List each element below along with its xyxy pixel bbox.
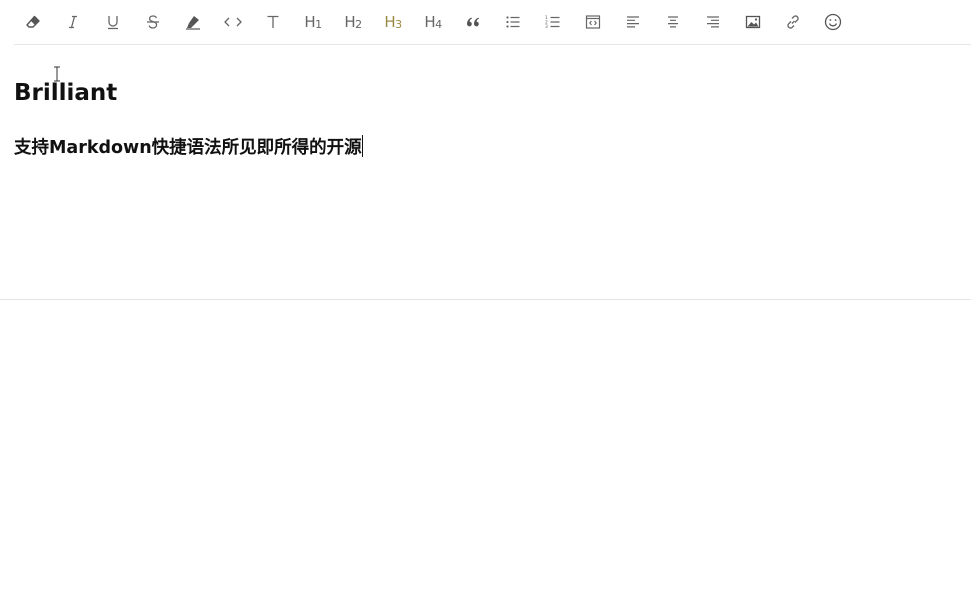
strikethrough-icon (145, 14, 161, 30)
highlight-button[interactable] (178, 7, 208, 37)
strikethrough-button[interactable] (138, 7, 168, 37)
text-button[interactable] (258, 7, 288, 37)
emoji-button[interactable] (818, 7, 848, 37)
heading4-button[interactable]: H4 (418, 7, 448, 37)
highlighter-icon (184, 14, 202, 30)
heading4-label: H4 (424, 12, 442, 31)
underline-icon (105, 14, 121, 30)
align-left-button[interactable] (618, 7, 648, 37)
align-right-icon (705, 14, 721, 30)
quote-icon (465, 14, 481, 30)
eraser-icon (25, 14, 41, 30)
underline-button[interactable] (98, 7, 128, 37)
align-right-button[interactable] (698, 7, 728, 37)
heading3-label: H3 (384, 12, 402, 31)
text-t-icon (265, 14, 281, 30)
clear-format-button[interactable] (18, 7, 48, 37)
text-caret (361, 135, 363, 157)
align-center-icon (665, 14, 681, 30)
heading2-button[interactable]: H2 (338, 7, 368, 37)
bullet-list-icon (505, 14, 521, 30)
link-icon (785, 14, 801, 30)
inline-code-button[interactable] (218, 7, 248, 37)
svg-text:3: 3 (545, 24, 548, 30)
document-heading-2[interactable]: Brilliant (14, 80, 117, 106)
link-button[interactable] (778, 7, 808, 37)
align-left-icon (625, 14, 641, 30)
document-heading-3[interactable]: 支持Markdown快捷语法所见即所得的开源 (14, 134, 363, 159)
heading3-button[interactable]: H3 (378, 7, 408, 37)
heading1-button[interactable]: H1 (298, 7, 328, 37)
code-block-button[interactable] (578, 7, 608, 37)
heading2-label: H2 (344, 12, 362, 31)
heading-3-text: 支持Markdown快捷语法所见即所得的开源 (14, 138, 362, 158)
bullet-list-button[interactable] (498, 7, 528, 37)
code-icon (223, 14, 243, 30)
editor-toolbar: H1 H2 H3 H4 1 2 3 (14, 0, 971, 45)
align-center-button[interactable] (658, 7, 688, 37)
italic-button[interactable] (58, 7, 88, 37)
rich-text-editor: H1 H2 H3 H4 1 2 3 Brilliant 支持Markdown快捷… (0, 0, 971, 300)
ordered-list-button[interactable]: 1 2 3 (538, 7, 568, 37)
smiley-icon (824, 13, 842, 31)
ordered-list-icon: 1 2 3 (545, 14, 561, 30)
heading1-label: H1 (304, 12, 322, 31)
image-button[interactable] (738, 7, 768, 37)
blockquote-button[interactable] (458, 7, 488, 37)
italic-icon (65, 14, 81, 30)
code-block-icon (585, 14, 601, 30)
image-icon (745, 14, 761, 30)
